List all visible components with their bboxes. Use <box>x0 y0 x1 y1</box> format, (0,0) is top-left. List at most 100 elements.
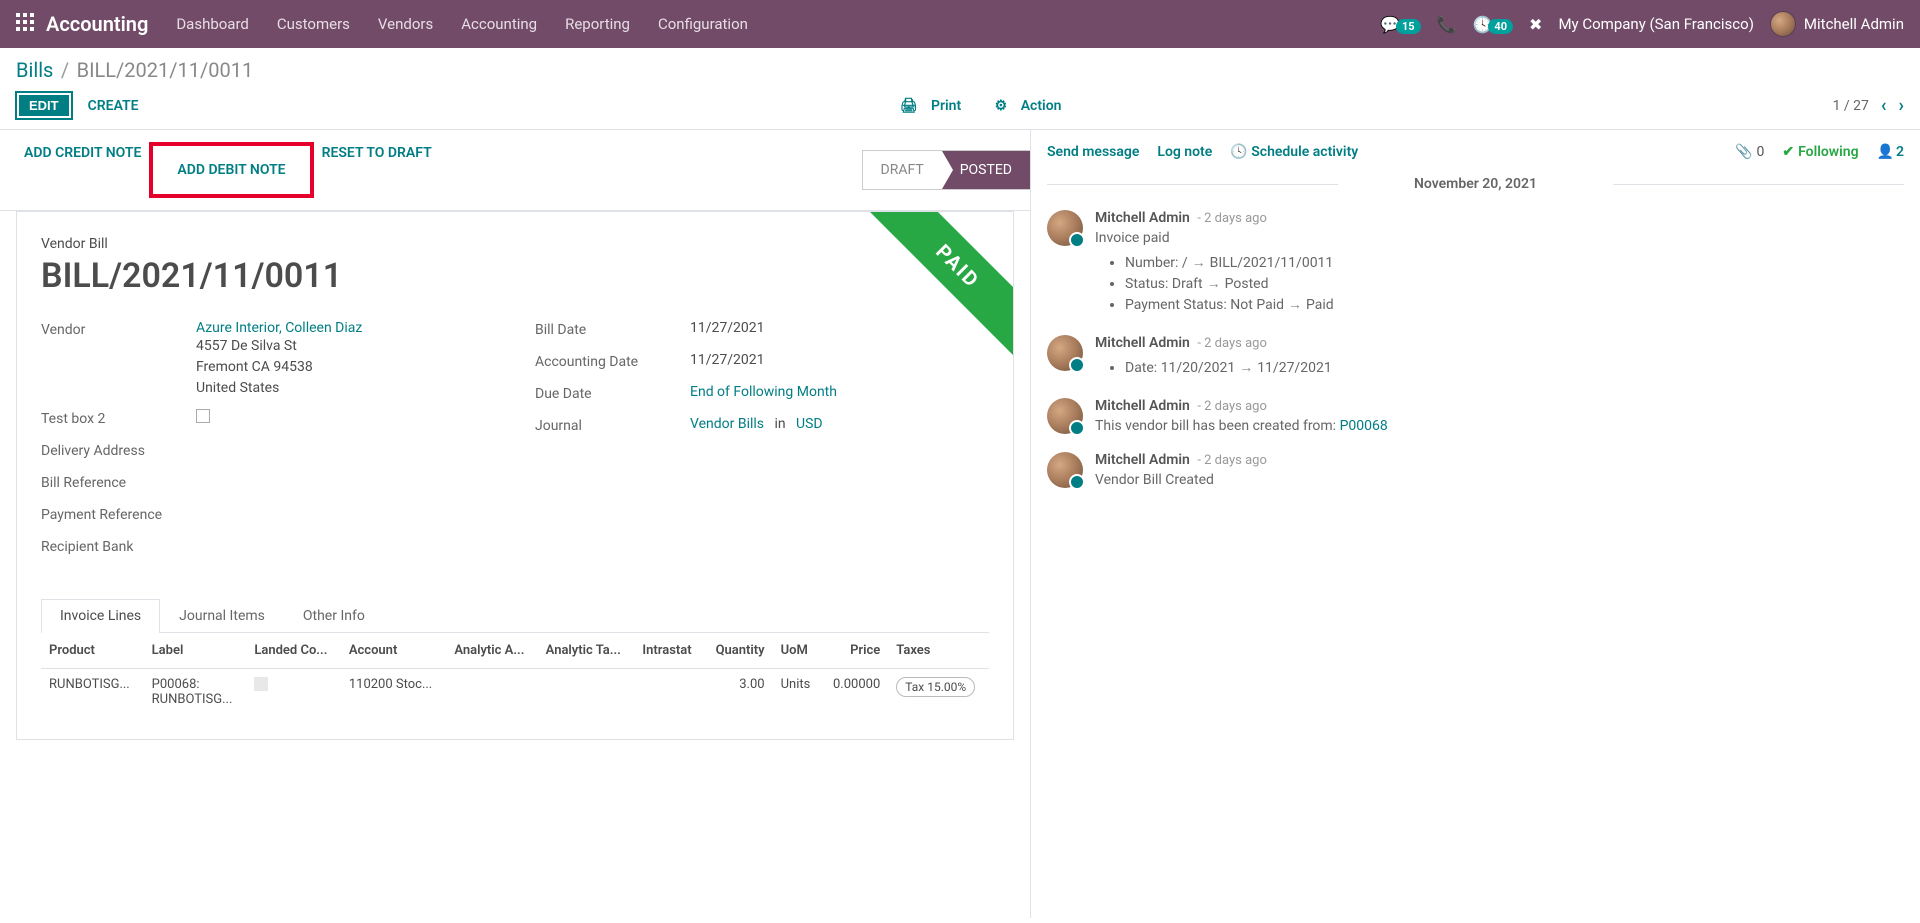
action-bar: EDIT CREATE 🖨 Print ⚙ Action 1 / 27 ‹ › <box>0 86 1920 129</box>
billdate-label: Bill Date <box>535 320 690 338</box>
vendor-link[interactable]: Azure Interior, Colleen Diaz <box>196 320 362 336</box>
form-tabs: Invoice Lines Journal Items Other Info <box>41 599 989 633</box>
chatter-date-separator: November 20, 2021 <box>1047 176 1904 192</box>
stage-draft[interactable]: DRAFT <box>863 151 942 189</box>
message-text: Invoice paid <box>1095 230 1904 246</box>
chatter-panel: Send message Log note 🕓 Schedule activit… <box>1030 130 1920 918</box>
reset-to-draft-button[interactable]: RESET TO DRAFT <box>318 142 444 198</box>
form-card: PAID Vendor Bill BILL/2021/11/0011 Vendo… <box>16 211 1014 740</box>
chatter-message: Mitchell Admin - 2 days ago Invoice paid… <box>1047 210 1904 317</box>
journal-link[interactable]: Vendor Bills <box>690 416 764 432</box>
edit-button[interactable]: EDIT <box>16 92 72 119</box>
following-button[interactable]: ✔ Following <box>1782 144 1858 160</box>
bank-label: Recipient Bank <box>41 537 196 555</box>
menu-reporting[interactable]: Reporting <box>565 15 630 33</box>
schedule-activity-button[interactable]: 🕓 Schedule activity <box>1230 144 1358 160</box>
chatter-message: Mitchell Admin - 2 days ago This vendor … <box>1047 398 1904 434</box>
menu-customers[interactable]: Customers <box>277 15 350 33</box>
company-selector[interactable]: My Company (San Francisco) <box>1558 15 1753 33</box>
user-avatar <box>1770 11 1796 37</box>
col-product[interactable]: Product <box>41 633 144 669</box>
billref-label: Bill Reference <box>41 473 196 491</box>
payref-label: Payment Reference <box>41 505 196 523</box>
chatter-message: Mitchell Admin - 2 days ago Date: 11/20/… <box>1047 335 1904 380</box>
message-author[interactable]: Mitchell Admin <box>1095 210 1190 226</box>
currency-link[interactable]: USD <box>796 416 823 432</box>
stage-posted[interactable]: POSTED <box>942 151 1030 189</box>
acctdate-value: 11/27/2021 <box>690 352 989 368</box>
messages-icon[interactable]: 💬15 <box>1380 15 1421 34</box>
col-landed[interactable]: Landed Co... <box>246 633 341 669</box>
add-debit-note-button[interactable]: ADD DEBIT NOTE <box>165 159 297 181</box>
duedate-label: Due Date <box>535 384 690 402</box>
cell-uom: Units <box>773 669 822 716</box>
message-time: - 2 days ago <box>1197 336 1267 351</box>
attachments-count[interactable]: 📎 0 <box>1735 144 1764 160</box>
table-row[interactable]: RUNBOTISG... P00068: RUNBOTISG... 110200… <box>41 669 989 716</box>
form-subtitle: Vendor Bill <box>41 236 989 252</box>
action-button[interactable]: ⚙ Action <box>995 98 1072 114</box>
send-message-button[interactable]: Send message <box>1047 144 1139 160</box>
col-aaccount[interactable]: Analytic A... <box>446 633 537 669</box>
col-qty[interactable]: Quantity <box>704 633 773 669</box>
cell-account: 110200 Stoc... <box>341 669 446 716</box>
breadcrumb-parent[interactable]: Bills <box>16 58 53 82</box>
message-time: - 2 days ago <box>1197 453 1267 468</box>
testbox-label: Test box 2 <box>41 409 196 427</box>
tools-icon[interactable]: ✖ <box>1529 15 1542 34</box>
pager-prev[interactable]: ‹ <box>1881 95 1887 116</box>
message-changes: Date: 11/20/2021→11/27/2021 <box>1125 359 1904 376</box>
form-panel: ADD CREDIT NOTE ADD DEBIT NOTE RESET TO … <box>0 130 1030 918</box>
app-brand[interactable]: Accounting <box>46 12 148 36</box>
message-text: This vendor bill has been created from: … <box>1095 418 1904 434</box>
phone-icon[interactable]: 📞 <box>1437 15 1457 34</box>
pager-next[interactable]: › <box>1899 95 1904 116</box>
tab-other-info[interactable]: Other Info <box>284 599 384 632</box>
message-time: - 2 days ago <box>1197 211 1267 226</box>
testbox-checkbox[interactable] <box>196 409 210 423</box>
cell-qty: 3.00 <box>704 669 773 716</box>
chatter-message: Mitchell Admin - 2 days ago Vendor Bill … <box>1047 452 1904 488</box>
message-author[interactable]: Mitchell Admin <box>1095 452 1190 468</box>
top-navbar: Accounting Dashboard Customers Vendors A… <box>0 0 1920 48</box>
message-author[interactable]: Mitchell Admin <box>1095 398 1190 414</box>
message-text: Vendor Bill Created <box>1095 472 1904 488</box>
message-avatar <box>1047 452 1083 488</box>
activities-icon[interactable]: 🕓40 <box>1472 15 1513 34</box>
tab-invoice-lines[interactable]: Invoice Lines <box>41 599 160 633</box>
user-menu[interactable]: Mitchell Admin <box>1770 11 1904 37</box>
breadcrumb: Bills / BILL/2021/11/0011 <box>0 48 1920 86</box>
form-title: BILL/2021/11/0011 <box>41 256 989 296</box>
col-account[interactable]: Account <box>341 633 446 669</box>
create-button[interactable]: CREATE <box>88 98 139 114</box>
delivery-label: Delivery Address <box>41 441 196 459</box>
menu-accounting[interactable]: Accounting <box>461 15 537 33</box>
menu-vendors[interactable]: Vendors <box>378 15 433 33</box>
col-label[interactable]: Label <box>144 633 247 669</box>
followers-count[interactable]: 👤2 <box>1877 144 1904 160</box>
breadcrumb-current: BILL/2021/11/0011 <box>77 58 254 82</box>
duedate-link[interactable]: End of Following Month <box>690 384 837 400</box>
col-atags[interactable]: Analytic Ta... <box>538 633 635 669</box>
ref-link[interactable]: P00068 <box>1340 418 1388 434</box>
cell-price: 0.00000 <box>821 669 888 716</box>
billdate-value: 11/27/2021 <box>690 320 989 336</box>
print-button[interactable]: 🖨 Print <box>900 98 971 114</box>
col-intrastat[interactable]: Intrastat <box>634 633 703 669</box>
col-price[interactable]: Price <box>821 633 888 669</box>
log-note-button[interactable]: Log note <box>1157 144 1212 160</box>
breadcrumb-sep: / <box>61 58 69 82</box>
journal-label: Journal <box>535 416 690 434</box>
menu-dashboard[interactable]: Dashboard <box>176 15 249 33</box>
col-uom[interactable]: UoM <box>773 633 822 669</box>
message-author[interactable]: Mitchell Admin <box>1095 335 1190 351</box>
apps-icon[interactable] <box>16 13 34 36</box>
menu-configuration[interactable]: Configuration <box>658 15 748 33</box>
highlight-add-debit: ADD DEBIT NOTE <box>149 142 313 198</box>
add-credit-note-button[interactable]: ADD CREDIT NOTE <box>16 142 145 198</box>
tab-journal-items[interactable]: Journal Items <box>160 599 284 632</box>
vendor-address: 4557 De Silva St Fremont CA 94538 United… <box>196 336 495 399</box>
col-taxes[interactable]: Taxes <box>888 633 989 669</box>
vendor-label: Vendor <box>41 320 196 338</box>
user-name: Mitchell Admin <box>1804 15 1904 33</box>
